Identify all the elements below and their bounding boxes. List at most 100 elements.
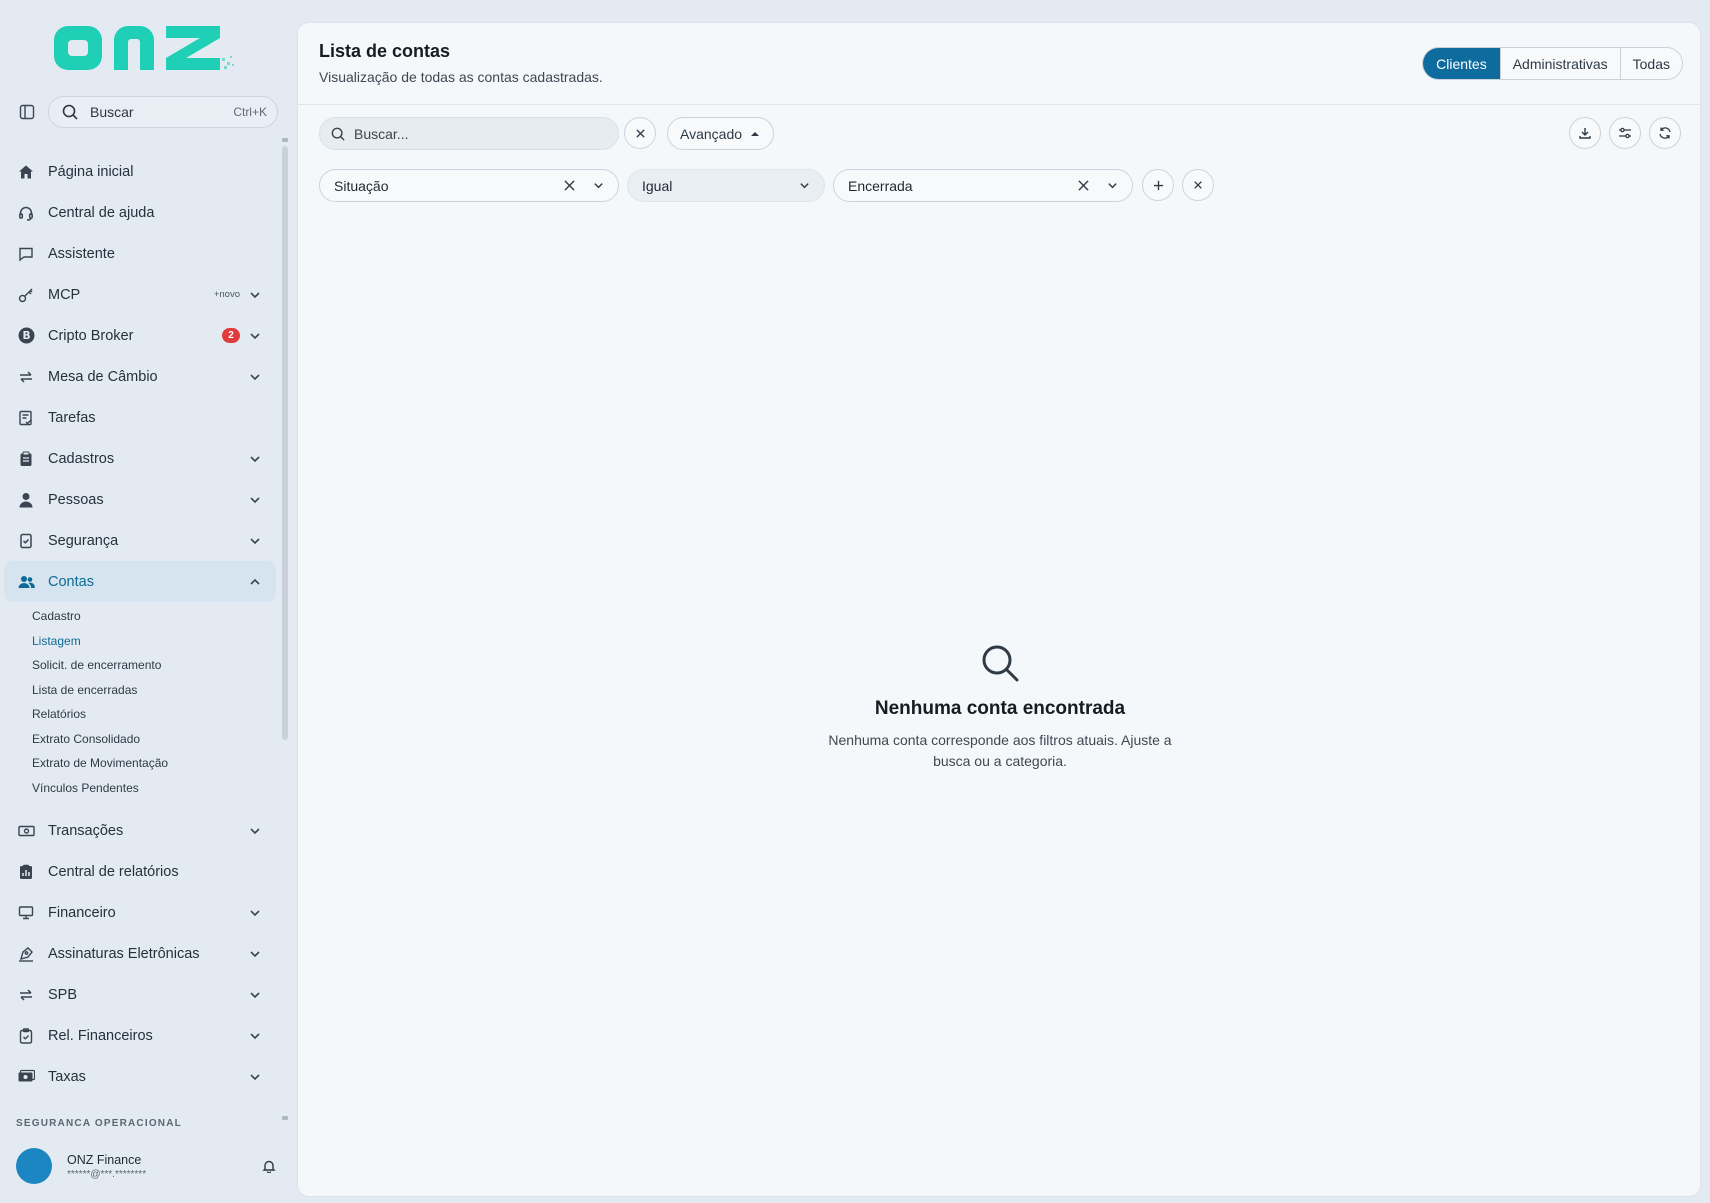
search-icon (331, 127, 345, 141)
download-button[interactable] (1569, 117, 1601, 149)
column-settings-button[interactable] (1609, 117, 1641, 149)
refresh-button[interactable] (1649, 117, 1681, 149)
list-search[interactable] (319, 117, 619, 150)
chevron-down-icon (248, 824, 262, 838)
filter-value-select[interactable]: Encerrada (833, 169, 1133, 202)
sidebar-item-mesa-de-cambio[interactable]: Mesa de Câmbio (4, 356, 276, 397)
subnav-relatorios[interactable]: Relatórios (32, 702, 276, 727)
avatar[interactable] (16, 1148, 52, 1184)
segment-todas[interactable]: Todas (1619, 48, 1682, 79)
sidebar-search[interactable]: Buscar Ctrl+K (48, 96, 278, 128)
sidebar: Buscar Ctrl+K Página inicial Central de … (0, 0, 288, 1203)
sidebar-item-transacoes[interactable]: Transações (4, 810, 276, 851)
finance-icon (16, 903, 36, 923)
clear-field-icon[interactable] (561, 178, 577, 194)
subnav-lista-encerradas[interactable]: Lista de encerradas (32, 678, 276, 703)
add-filter-button[interactable] (1142, 169, 1174, 201)
chevron-down-icon (248, 452, 262, 466)
sidebar-item-central-de-relatorios[interactable]: Central de relatórios (4, 851, 276, 892)
sidebar-item-central-de-ajuda[interactable]: Central de ajuda (4, 192, 276, 233)
key-icon (16, 285, 36, 305)
sidebar-item-label: Transações (48, 822, 124, 839)
category-segmented-control: Clientes Administrativas Todas (1422, 47, 1683, 80)
exchange-icon (16, 985, 36, 1005)
sidebar-item-pessoas[interactable]: Pessoas (4, 479, 276, 520)
search-input[interactable] (354, 125, 594, 142)
sidebar-item-label: Tarefas (48, 409, 96, 426)
sidebar-item-label: Mesa de Câmbio (48, 368, 158, 385)
sidebar-item-rel-financeiros[interactable]: Rel. Financeiros (4, 1015, 276, 1056)
caret-up-icon (751, 131, 760, 136)
shield-icon (16, 531, 36, 551)
sidebar-nav: Página inicial Central de ajuda Assisten… (4, 151, 276, 1097)
sidebar-item-cadastros[interactable]: Cadastros (4, 438, 276, 479)
scrollbar-up[interactable] (282, 138, 288, 142)
filter-field-select[interactable]: Situação (319, 169, 619, 202)
advanced-filter-button[interactable]: Avançado (667, 117, 775, 150)
scrollbar-down[interactable] (282, 1116, 288, 1120)
sliders-icon (1619, 127, 1631, 139)
bell-icon[interactable] (260, 1157, 278, 1175)
bitcoin-icon: B (16, 326, 36, 346)
clipboard-check-icon (16, 1026, 36, 1046)
sidebar-item-pagina-inicial[interactable]: Página inicial (4, 151, 276, 192)
toolbar: Avançado (319, 117, 1681, 151)
onz-logo[interactable] (54, 22, 239, 74)
money-icon (16, 1067, 36, 1087)
chevron-down-icon (248, 1070, 262, 1084)
filter-field-value: Situação (334, 177, 389, 194)
sidebar-item-label: Taxas (48, 1068, 86, 1085)
user-profile[interactable]: ONZ Finance ******@***.******** (16, 1147, 278, 1185)
remove-filters-button[interactable] (1182, 169, 1214, 201)
subnav-extrato-movimentacao[interactable]: Extrato de Movimentação (32, 751, 276, 776)
chevron-down-icon (248, 947, 262, 961)
subnav-solicit-encerramento[interactable]: Solicit. de encerramento (32, 653, 276, 678)
advanced-label: Avançado (680, 125, 743, 142)
subnav-listagem[interactable]: Listagem (32, 629, 276, 654)
user-email: ******@***.******** (67, 1168, 147, 1180)
sidebar-item-label: Contas (48, 573, 94, 590)
filter-operator-value: Igual (642, 177, 673, 194)
filter-operator-select[interactable]: Igual (627, 169, 825, 202)
sidebar-item-tarefas[interactable]: Tarefas (4, 397, 276, 438)
sidebar-item-label: SPB (48, 986, 78, 1003)
search-shortcut: Ctrl+K (233, 105, 267, 119)
sidebar-toggle-icon[interactable] (16, 101, 38, 123)
sidebar-item-label: Pessoas (48, 491, 104, 508)
chat-icon (16, 244, 36, 264)
sidebar-scrollbar[interactable] (282, 146, 288, 740)
headset-icon (16, 203, 36, 223)
segment-clientes[interactable]: Clientes (1423, 48, 1500, 79)
sidebar-item-assistente[interactable]: Assistente (4, 233, 276, 274)
sidebar-item-label: Segurança (48, 532, 119, 549)
sidebar-item-label: Central de relatórios (48, 863, 179, 880)
svg-text:B: B (22, 329, 30, 342)
subnav-vinculos-pendentes[interactable]: Vínculos Pendentes (32, 776, 276, 801)
segment-administrativas[interactable]: Administrativas (1499, 48, 1620, 79)
sidebar-item-taxas[interactable]: Taxas (4, 1056, 276, 1097)
sidebar-item-seguranca[interactable]: Segurança (4, 520, 276, 561)
download-icon (1579, 128, 1591, 139)
sidebar-item-mcp[interactable]: MCP +novo (4, 274, 276, 315)
signature-icon (16, 944, 36, 964)
sidebar-item-spb[interactable]: SPB (4, 974, 276, 1015)
sidebar-item-label: Página inicial (48, 163, 134, 180)
new-tag: +novo (213, 289, 240, 300)
sidebar-search-label: Buscar (90, 104, 134, 120)
subnav-cadastro[interactable]: Cadastro (32, 604, 276, 629)
chevron-down-icon (248, 288, 262, 302)
sidebar-item-contas[interactable]: Contas (4, 561, 276, 602)
clear-value-icon[interactable] (1075, 178, 1091, 194)
sidebar-item-assinaturas[interactable]: Assinaturas Eletrônicas (4, 933, 276, 974)
sidebar-item-cripto-broker[interactable]: B Cripto Broker 2 (4, 315, 276, 356)
chevron-up-icon (248, 575, 262, 589)
sidebar-item-financeiro[interactable]: Financeiro (4, 892, 276, 933)
clear-search-button[interactable] (624, 117, 656, 149)
sidebar-item-label: Cadastros (48, 450, 115, 467)
person-icon (16, 490, 36, 510)
subnav-extrato-consolidado[interactable]: Extrato Consolidado (32, 727, 276, 752)
empty-state-description: Nenhuma conta corresponde aos filtros at… (828, 732, 1172, 769)
sidebar-item-label: Assinaturas Eletrônicas (48, 945, 200, 962)
page-subtitle: Visualização de todas as contas cadastra… (319, 69, 603, 85)
clipboard-icon (16, 449, 36, 469)
